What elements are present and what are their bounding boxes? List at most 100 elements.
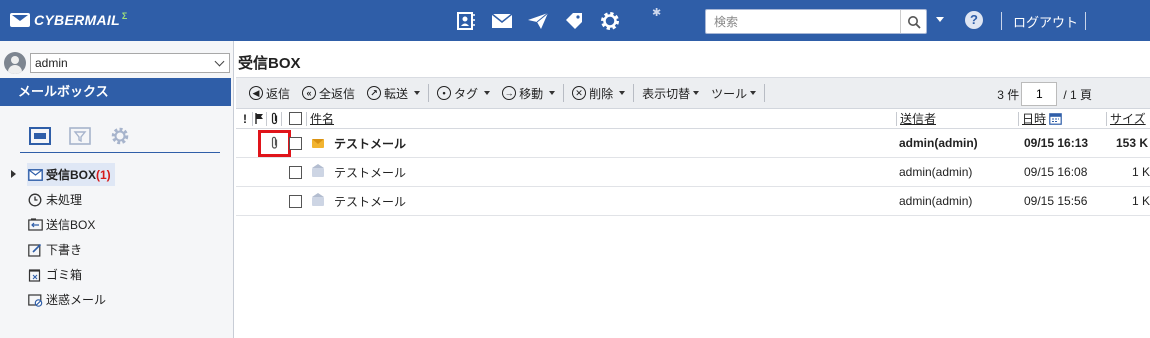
mail-size: 1 K (1132, 165, 1150, 179)
reply-button[interactable]: ◀ 返信 (246, 81, 293, 105)
sidebar-tabs (20, 121, 220, 153)
logo-text: CYBERMAIL (34, 12, 120, 28)
reply-all-button[interactable]: « 全返信 (299, 81, 358, 105)
attachment-column-header-icon[interactable] (270, 109, 279, 128)
expand-arrow-icon[interactable] (11, 170, 16, 178)
search-icon (907, 15, 921, 29)
sidebar-item-inbox[interactable]: 受信BOX (1) (0, 162, 234, 187)
sidebar-item-spam[interactable]: 迷惑メール (0, 287, 234, 312)
forward-label: 転送 (384, 86, 409, 101)
table-row[interactable]: テストメール admin(admin) 09/15 15:56 1 K (236, 187, 1150, 216)
mail-date: 09/15 16:13 (1024, 136, 1089, 150)
read-envelope-icon (312, 187, 324, 215)
chevron-down-icon (750, 91, 757, 95)
header-divider (1001, 12, 1002, 30)
date-column-header[interactable]: 日時 (1022, 109, 1062, 128)
move-button[interactable]: → 移動 (499, 81, 558, 105)
chevron-down-icon (619, 91, 626, 95)
mail-toolbar: ◀ 返信 « 全返信 ↗ 転送 • タグ → 移動 ✕ 削除 表示切替 ツール … (236, 77, 1150, 109)
reply-icon: ◀ (249, 86, 263, 100)
mail-size: 1 K (1132, 194, 1150, 208)
search-options-chevron-down-icon[interactable] (936, 17, 944, 22)
contacts-book-icon[interactable] (448, 7, 484, 35)
clock-icon (27, 192, 43, 208)
settings-gear-icon[interactable] (592, 7, 628, 35)
delete-button[interactable]: ✕ 削除 (569, 81, 628, 105)
small-gear-icon[interactable]: ✱ (652, 6, 661, 19)
flag-column-header-icon[interactable] (255, 109, 264, 128)
sidebar-item-label: 迷惑メール (46, 293, 107, 307)
sender-column-header[interactable]: 送信者 (900, 109, 936, 128)
tag-label: タグ (454, 86, 479, 101)
view-toggle-button[interactable]: 表示切替 (639, 81, 702, 105)
filter-tab-icon[interactable] (60, 121, 100, 151)
column-divider (896, 112, 897, 126)
column-divider (1106, 112, 1107, 126)
table-row[interactable]: テストメール admin(admin) 09/15 16:13 153 K (236, 129, 1150, 158)
mail-subject[interactable]: テストメール (334, 129, 406, 157)
mail-subject[interactable]: テストメール (334, 187, 406, 215)
mail-subject[interactable]: テストメール (334, 158, 406, 186)
mail-date: 09/15 15:56 (1024, 194, 1088, 208)
chevron-down-icon (214, 56, 225, 67)
reply-all-icon: « (302, 86, 317, 100)
sidebar-item-unprocessed[interactable]: 未処理 (0, 187, 234, 212)
logo[interactable]: CYBERMAIL Σ (10, 9, 127, 31)
mail-size: 153 K (1116, 136, 1149, 150)
reply-label: 返信 (266, 86, 291, 101)
row-checkbox[interactable] (289, 194, 302, 208)
trash-icon (27, 267, 43, 283)
forward-button[interactable]: ↗ 転送 (364, 81, 423, 105)
table-header: ! 件名 送信者 日時 サイズ (236, 109, 1150, 129)
pager: 3 件 / 1 頁 (997, 81, 1092, 107)
chevron-down-icon (414, 91, 421, 95)
mail-table: ! 件名 送信者 日時 サイズ テストメール admin(admin) 09/1… (236, 109, 1150, 216)
row-checkbox-wrap (289, 129, 302, 157)
subject-column-header[interactable]: 件名 (310, 109, 334, 128)
search-input[interactable] (706, 10, 900, 33)
row-checkbox[interactable] (289, 136, 302, 150)
page-number-input[interactable] (1021, 82, 1058, 106)
tag-icon[interactable] (556, 7, 592, 35)
mail-sender: admin(admin) (899, 194, 973, 208)
help-icon[interactable]: ? (965, 11, 983, 29)
important-column-header[interactable]: ! (243, 109, 247, 128)
inbox-icon (27, 167, 43, 183)
sidebar-item-label: ゴミ箱 (46, 268, 83, 282)
table-row[interactable]: テストメール admin(admin) 09/15 16:08 1 K (236, 158, 1150, 187)
chevron-down-icon (693, 91, 700, 95)
toolbar-divider (563, 84, 565, 102)
column-divider (252, 112, 253, 126)
read-envelope-icon (312, 158, 324, 186)
sidebar-item-sent[interactable]: 送信BOX (0, 212, 234, 237)
user-select[interactable]: admin (30, 53, 230, 73)
search-button[interactable] (900, 10, 926, 33)
attachment-icon[interactable] (270, 129, 279, 157)
column-divider (281, 112, 282, 126)
logout-link[interactable]: ログアウト (1013, 12, 1078, 31)
mail-sender: admin(admin) (899, 136, 978, 150)
tools-button[interactable]: ツール (708, 81, 759, 105)
sidebar-item-drafts[interactable]: 下書き (0, 237, 234, 262)
settings-tab-icon[interactable] (100, 121, 140, 151)
sidebar-item-label: 送信BOX (46, 218, 96, 232)
header-divider (1085, 12, 1086, 30)
size-column-header[interactable]: サイズ (1110, 109, 1146, 128)
search-box (705, 9, 927, 34)
mail-sender: admin(admin) (899, 165, 973, 179)
folder-tab-icon[interactable] (20, 121, 60, 151)
total-pages: / 1 頁 (1063, 87, 1092, 102)
page-title: 受信BOX (238, 55, 301, 72)
row-checkbox[interactable] (289, 165, 302, 179)
row-checkbox-wrap (289, 158, 302, 186)
mail-envelope-icon[interactable] (484, 7, 520, 35)
sidebar-item-label: 受信BOX (46, 168, 97, 182)
column-divider (266, 112, 267, 126)
select-all-checkbox[interactable] (289, 112, 302, 125)
draft-pencil-icon (27, 242, 43, 258)
move-label: 移動 (519, 86, 544, 101)
tag-button[interactable]: • タグ (434, 81, 493, 105)
paper-plane-icon[interactable] (520, 7, 556, 35)
sidebar-item-trash[interactable]: ゴミ箱 (0, 262, 234, 287)
mail-count: 3 件 (997, 87, 1020, 102)
